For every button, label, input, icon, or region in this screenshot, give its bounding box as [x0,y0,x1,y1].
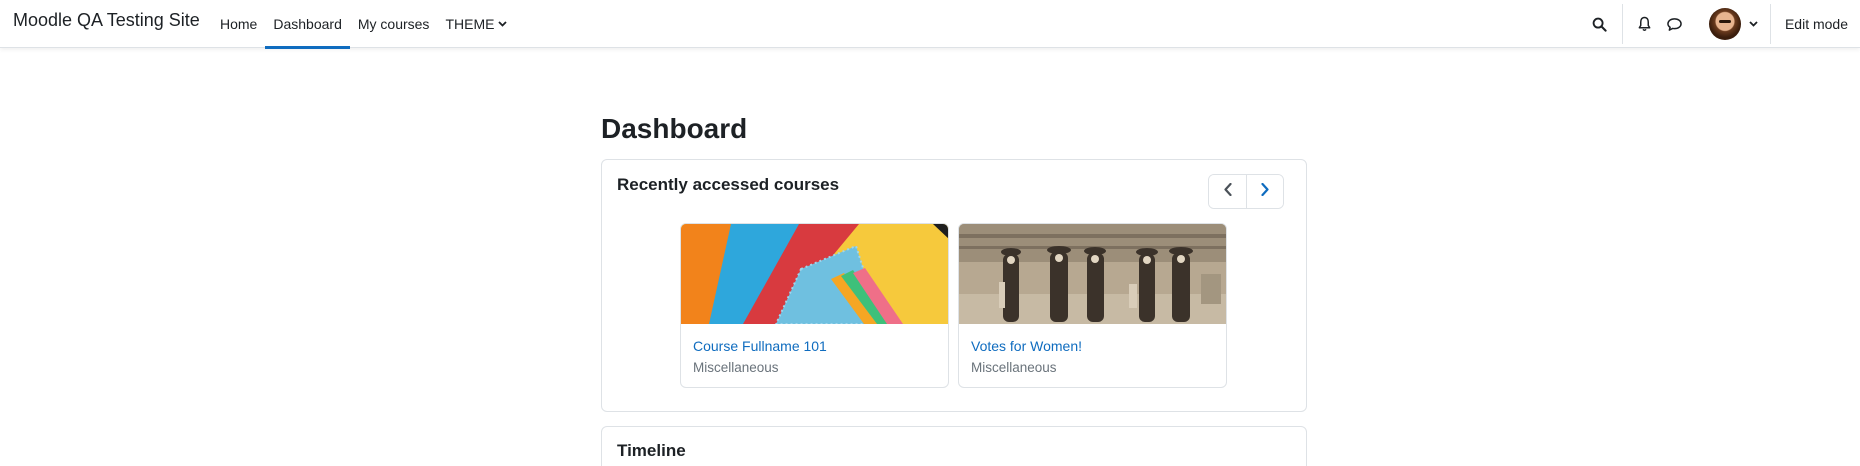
site-name[interactable]: Moodle QA Testing Site [13,10,200,31]
chevron-right-icon [1261,182,1269,200]
block-title: Recently accessed courses [617,175,840,194]
nav-dashboard-label: Dashboard [273,16,342,32]
nav-my-courses-label: My courses [357,16,430,32]
block-title: Timeline [617,441,686,460]
sepia-women-photo [959,224,1226,324]
course-card[interactable]: Votes for Women! Miscellaneous [958,223,1227,388]
nav-dashboard[interactable]: Dashboard [265,0,350,49]
nav-theme-dropdown[interactable]: THEME [437,0,515,48]
course-name-link[interactable]: Votes for Women! [971,338,1214,354]
bell-icon[interactable] [1631,10,1659,38]
top-navbar: Moodle QA Testing Site Home Dashboard My… [0,0,1860,49]
search-icon[interactable] [1586,10,1614,38]
course-paging-controls [1208,174,1284,209]
prev-page-button[interactable] [1209,175,1246,208]
nav-divider [1621,4,1623,44]
chevron-down-icon [1749,21,1758,27]
course-cards: Course Fullname 101 Miscellaneous Votes … [680,223,1227,388]
user-avatar [1708,8,1741,40]
timeline-block: Timeline [601,426,1307,466]
nav-home[interactable]: Home [212,0,265,48]
course-image[interactable] [681,224,948,324]
course-category: Miscellaneous [693,360,779,375]
edit-mode-toggle[interactable]: Edit mode [1771,16,1860,32]
chevron-left-icon [1223,182,1232,200]
nav-right-tools: Edit mode [1586,0,1860,48]
course-category: Miscellaneous [971,360,1057,375]
user-menu-toggle[interactable] [1708,8,1758,40]
colorful-folders-illustration [681,224,948,324]
primary-navigation: Home Dashboard My courses THEME [212,0,515,49]
chevron-down-icon [498,21,508,27]
recently-accessed-courses-block: Recently accessed courses Course Fullnam… [601,159,1307,412]
course-image[interactable] [959,224,1226,324]
page-title: Dashboard [601,113,748,144]
course-card[interactable]: Course Fullname 101 Miscellaneous [680,223,949,388]
course-name-link[interactable]: Course Fullname 101 [693,338,936,354]
nav-theme-label: THEME [445,16,495,32]
nav-my-courses[interactable]: My courses [350,0,438,48]
nav-home-label: Home [220,16,258,32]
next-page-button[interactable] [1246,175,1283,208]
chat-icon[interactable] [1661,10,1689,38]
